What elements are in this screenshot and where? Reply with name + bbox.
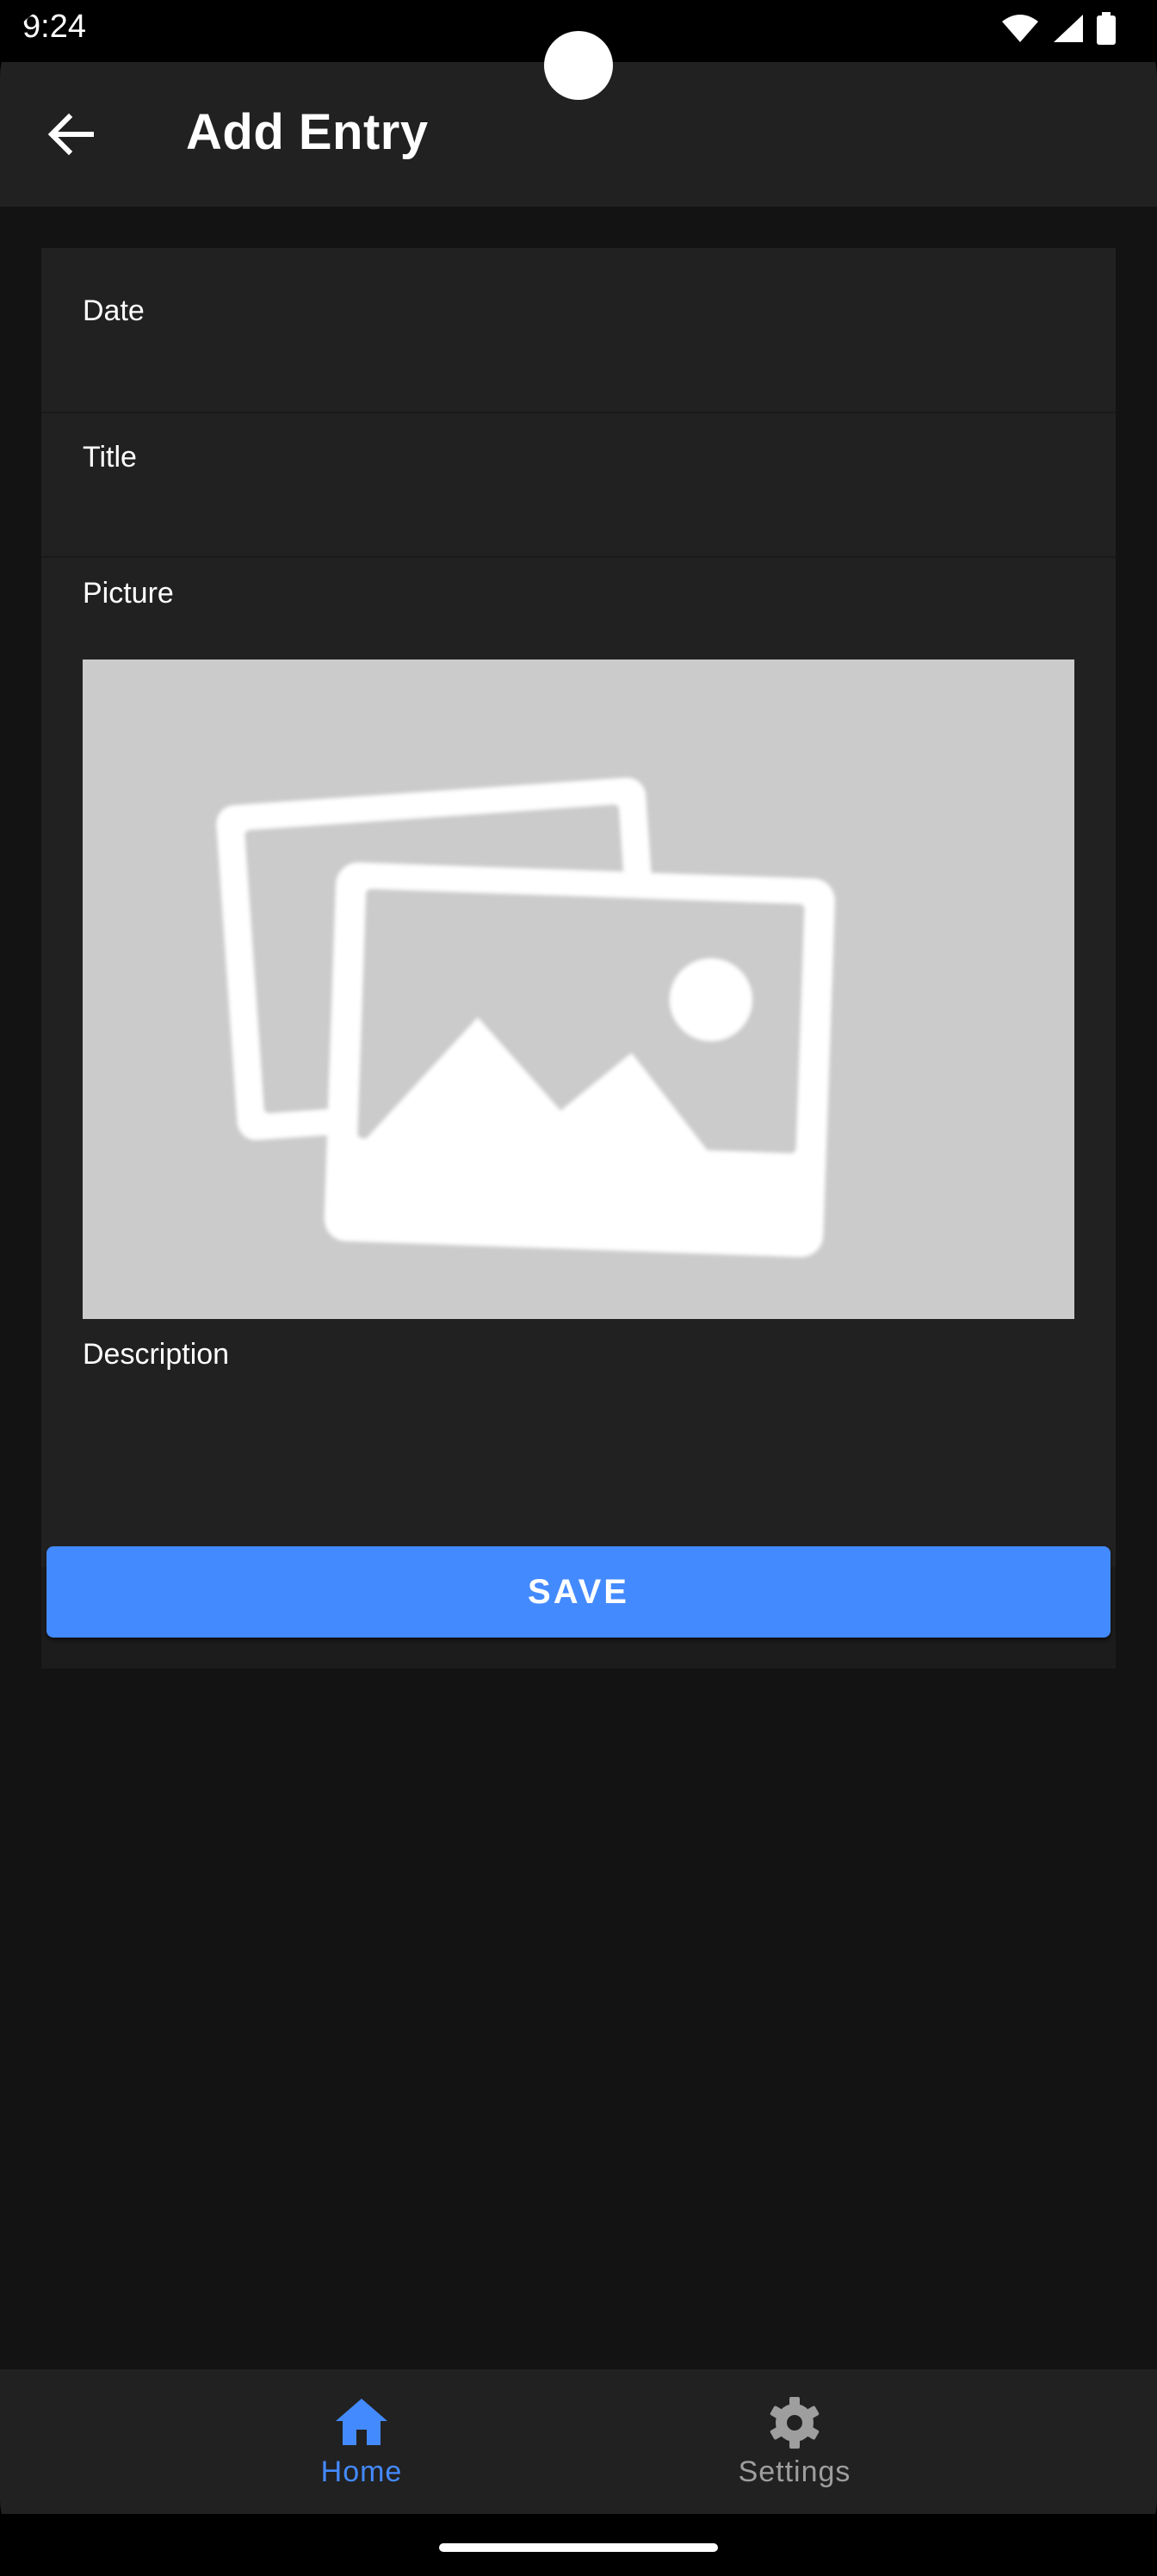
- date-label: Date: [83, 294, 145, 327]
- gear-icon: [770, 2397, 820, 2449]
- save-button[interactable]: SAVE: [46, 1546, 1111, 1638]
- arrow-back-icon: [47, 113, 94, 156]
- title-label: Title: [83, 441, 137, 474]
- date-field[interactable]: Date: [41, 248, 1116, 413]
- description-label: Description: [83, 1338, 230, 1371]
- title-field[interactable]: Title: [41, 413, 1116, 558]
- nav-label-home: Home: [320, 2455, 403, 2488]
- gesture-area: [0, 2514, 1157, 2576]
- gesture-handle[interactable]: [439, 2543, 718, 2552]
- screen: 9:24 Add Entry Date Title Picture Descri…: [0, 0, 1157, 2576]
- home-icon: [336, 2399, 387, 2445]
- photo-library-icon: [216, 777, 835, 1258]
- page-title: Add Entry: [186, 104, 429, 160]
- picture-label: Picture: [83, 577, 174, 610]
- nav-label-settings: Settings: [738, 2455, 851, 2488]
- picture-picker[interactable]: [83, 659, 1074, 1321]
- nav-item-settings[interactable]: Settings: [683, 2395, 906, 2489]
- description-field[interactable]: Description: [41, 1319, 1116, 1534]
- status-time: 9:24: [22, 9, 86, 45]
- wifi-icon: [1002, 15, 1038, 42]
- back-button[interactable]: [43, 107, 98, 162]
- signal-icon: [1054, 15, 1083, 42]
- camera-cutout: [544, 31, 613, 100]
- entry-form: Date Title Picture Description SAVE: [41, 248, 1116, 1669]
- battery-icon: [1097, 12, 1116, 45]
- nav-item-home[interactable]: Home: [250, 2395, 473, 2489]
- bottom-nav: Home Settings: [0, 2369, 1157, 2514]
- status-icons: [1000, 12, 1116, 45]
